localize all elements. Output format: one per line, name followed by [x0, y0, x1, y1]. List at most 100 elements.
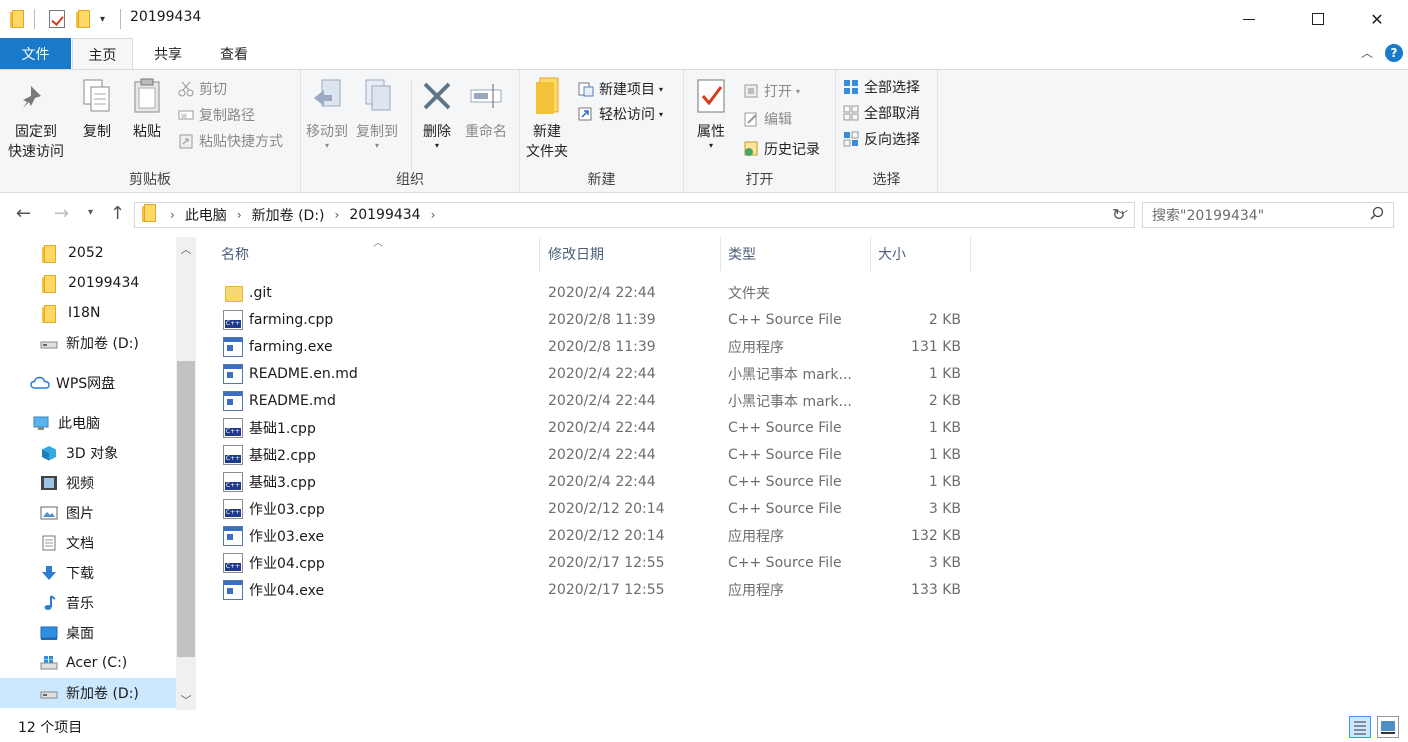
table-row[interactable]: .git 2020/2/4 22:44 文件夹 — [197, 279, 1408, 306]
maximize-button[interactable] — [1295, 0, 1341, 38]
folder-icon[interactable] — [10, 9, 24, 29]
refresh-icon[interactable]: ↻ — [1112, 205, 1125, 224]
nav-scrollbar[interactable]: ︿ ﹀ — [176, 237, 196, 710]
file-type: 文件夹 — [728, 285, 770, 302]
minimize-button[interactable] — [1226, 0, 1272, 38]
table-row[interactable]: 作业03.cpp 2020/2/12 20:14 C++ Source File 3 … — [197, 495, 1408, 522]
table-row[interactable]: 基础2.cpp 2020/2/4 22:44 C++ Source File 1 KB — [197, 441, 1408, 468]
back-arrow-icon[interactable]: ← — [16, 203, 31, 224]
nav-item-drive-d-quick[interactable]: 新加卷 (D:) — [0, 328, 176, 358]
paste-button[interactable]: 粘贴 — [130, 76, 164, 142]
breadcrumb-separator-icon[interactable]: › — [431, 208, 436, 222]
scrollbar-thumb[interactable] — [177, 361, 195, 657]
up-arrow-icon[interactable]: ↑ — [110, 203, 125, 224]
scroll-up-arrow-icon[interactable]: ︿ — [176, 241, 196, 257]
table-row[interactable]: README.en.md 2020/2/4 22:44 小黑记事本 mark... 1… — [197, 360, 1408, 387]
file-size: 2 KB — [928, 392, 961, 409]
select-none-label: 全部取消 — [864, 106, 920, 122]
nav-label: 新加卷 (D:) — [66, 336, 139, 352]
table-row[interactable]: README.md 2020/2/4 22:44 小黑记事本 mark... 2 KB — [197, 387, 1408, 414]
delete-button[interactable]: 删除 ▾ — [420, 76, 454, 150]
close-button[interactable]: ✕ — [1354, 0, 1400, 38]
breadcrumb-separator-icon[interactable]: › — [335, 208, 340, 222]
search-input[interactable]: 搜索"20199434" — [1142, 202, 1394, 228]
paste-label: 粘贴 — [133, 124, 161, 140]
select-none-button[interactable]: 全部取消 — [843, 102, 920, 124]
forward-arrow-icon[interactable]: → — [54, 203, 69, 224]
nav-item-documents[interactable]: 文档 — [0, 528, 176, 558]
folder-icon — [42, 245, 60, 263]
history-button[interactable]: 历史记录 — [743, 138, 820, 160]
nav-item-drive-c[interactable]: Acer (C:) — [0, 648, 176, 678]
new-folder-button[interactable]: 新建 文件夹 — [526, 76, 568, 162]
tab-view[interactable]: 查看 — [206, 38, 262, 69]
recent-locations-chevron-icon[interactable]: ▾ — [88, 207, 93, 218]
new-folder-quick-icon[interactable] — [76, 9, 90, 29]
table-row[interactable]: 基础3.cpp 2020/2/4 22:44 C++ Source File 1 KB — [197, 468, 1408, 495]
move-to-button[interactable]: 移动到 ▾ — [306, 76, 348, 150]
nav-item-3d-objects[interactable]: 3D 对象 — [0, 438, 176, 468]
invert-selection-button[interactable]: 反向选择 — [843, 128, 920, 150]
table-row[interactable]: 基础1.cpp 2020/2/4 22:44 C++ Source File 1 KB — [197, 414, 1408, 441]
customize-toolbar-icon[interactable]: ▾ — [100, 9, 105, 29]
copy-to-icon — [360, 76, 394, 116]
nav-item-pictures[interactable]: 图片 — [0, 498, 176, 528]
table-row[interactable]: 作业04.exe 2020/2/17 12:55 应用程序 133 KB — [197, 576, 1408, 603]
properties-button[interactable]: 属性 ▾ — [694, 76, 728, 150]
table-row[interactable]: farming.exe 2020/2/8 11:39 应用程序 131 KB — [197, 333, 1408, 360]
nav-item-music[interactable]: 音乐 — [0, 588, 176, 618]
tab-home[interactable]: 主页 — [72, 38, 133, 70]
copy-button[interactable]: 复制 — [80, 76, 114, 142]
table-row[interactable]: farming.cpp 2020/2/8 11:39 C++ Source File… — [197, 306, 1408, 333]
nav-item-i18n[interactable]: I18N — [0, 298, 176, 328]
table-row[interactable]: 作业04.cpp 2020/2/17 12:55 C++ Source File 3 … — [197, 549, 1408, 576]
breadcrumb-this-pc[interactable]: 此电脑 — [185, 205, 227, 225]
breadcrumb-separator-icon[interactable]: › — [237, 208, 242, 222]
column-header-size[interactable]: 大小 — [871, 237, 971, 271]
help-button[interactable]: ? — [1385, 44, 1403, 62]
column-header-type[interactable]: 类型 — [721, 237, 871, 271]
music-icon — [40, 595, 58, 611]
nav-item-drive-d[interactable]: 新加卷 (D:) — [0, 678, 176, 708]
tab-file[interactable]: 文件 — [0, 38, 71, 69]
nav-item-desktop[interactable]: 桌面 — [0, 618, 176, 648]
nav-item-videos[interactable]: 视频 — [0, 468, 176, 498]
easy-access-button[interactable]: 轻松访问 ▾ — [578, 103, 663, 125]
cut-button[interactable]: 剪切 — [178, 78, 227, 100]
rename-button[interactable]: 重命名 — [465, 76, 507, 142]
nav-item-2052[interactable]: 2052 — [0, 238, 176, 268]
new-item-button[interactable]: 新建项目 ▾ — [578, 78, 663, 100]
open-button[interactable]: 打开 ▾ — [743, 80, 800, 102]
search-placeholder: 搜索"20199434" — [1152, 208, 1265, 224]
tab-share[interactable]: 共享 — [140, 38, 196, 69]
file-date: 2020/2/4 22:44 — [548, 419, 656, 436]
collapse-ribbon-icon[interactable]: ︿ — [1361, 44, 1373, 61]
details-view-button[interactable] — [1349, 716, 1371, 738]
edit-button[interactable]: 编辑 — [743, 108, 792, 130]
file-name-cell: 作业04.exe — [223, 576, 324, 603]
pin-quick-access-button[interactable]: 固定到 快速访问 — [8, 76, 64, 162]
copy-to-button[interactable]: 复制到 ▾ — [356, 76, 398, 150]
nav-item-20199434[interactable]: 20199434 — [0, 268, 176, 298]
navigation-pane: 2052 20199434 I18N 新加卷 (D:) WPS网盘 此电脑 3D… — [0, 237, 196, 710]
nav-item-downloads[interactable]: 下载 — [0, 558, 176, 588]
drive-icon — [40, 335, 58, 351]
nav-item-this-pc[interactable]: 此电脑 — [0, 408, 176, 438]
desktop-icon — [40, 625, 58, 641]
paste-shortcut-button[interactable]: 粘贴快捷方式 — [178, 130, 283, 152]
table-row[interactable]: 作业03.exe 2020/2/12 20:14 应用程序 132 KB — [197, 522, 1408, 549]
breadcrumb-separator-icon[interactable]: › — [170, 208, 175, 222]
nav-item-wps-cloud[interactable]: WPS网盘 — [0, 368, 176, 398]
search-icon — [1370, 206, 1384, 224]
breadcrumb-current-folder[interactable]: 20199434 — [349, 207, 420, 223]
column-header-name[interactable]: 名称 — [214, 237, 540, 271]
select-all-button[interactable]: 全部选择 — [843, 76, 920, 98]
breadcrumb-drive-d[interactable]: 新加卷 (D:) — [252, 205, 325, 225]
large-icons-view-button[interactable] — [1377, 716, 1399, 738]
address-bar[interactable]: › 此电脑 › 新加卷 (D:) › 20199434 › ﹀ — [134, 202, 1135, 228]
file-date: 2020/2/17 12:55 — [548, 554, 665, 571]
copy-path-button[interactable]: W 复制路径 — [178, 104, 255, 126]
properties-quick-icon[interactable] — [49, 9, 65, 29]
column-header-date[interactable]: 修改日期 — [541, 237, 721, 271]
scroll-down-arrow-icon[interactable]: ﹀ — [176, 692, 196, 708]
